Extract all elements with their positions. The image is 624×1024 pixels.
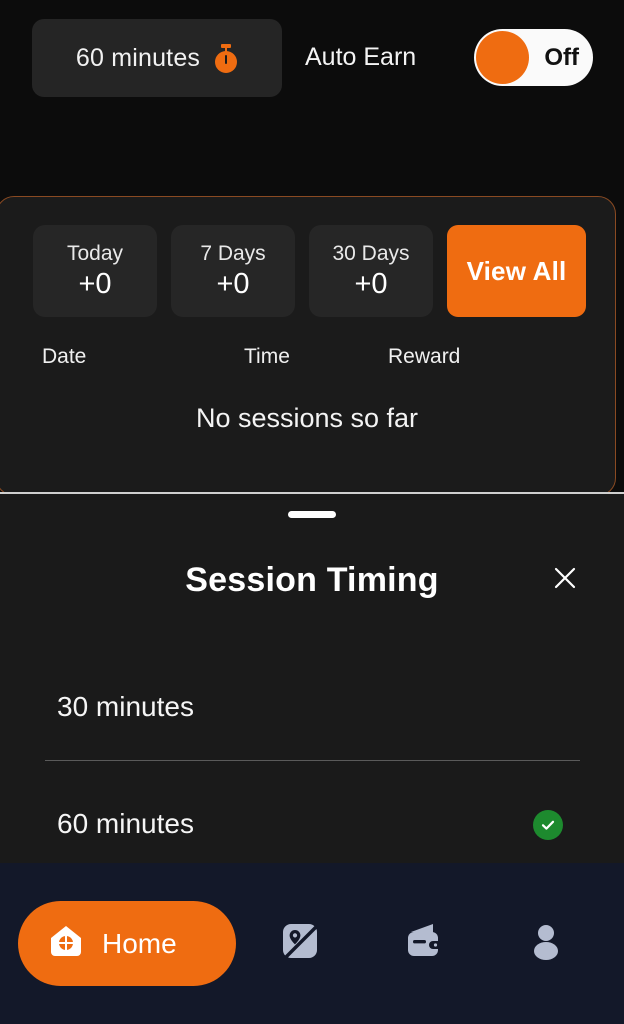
selected-check-icon — [533, 810, 563, 840]
option-60-minutes[interactable]: 60 minutes — [0, 792, 624, 856]
nav-item-home-label: Home — [102, 927, 177, 959]
column-header-time: Time — [244, 345, 290, 368]
stat-value: +0 — [354, 267, 388, 300]
sessions-table-header: Date Time Reward — [0, 345, 617, 379]
auto-earn-toggle[interactable]: Off — [474, 29, 593, 86]
map-pin-icon — [277, 918, 323, 969]
stat-card-today[interactable]: Today +0 — [33, 225, 157, 317]
options-divider — [45, 760, 580, 761]
drag-handle[interactable] — [288, 511, 336, 518]
stat-card-30-days[interactable]: 30 Days +0 — [309, 225, 433, 317]
nav-item-map[interactable] — [257, 901, 342, 986]
toggle-knob — [476, 31, 529, 84]
stat-card-7-days[interactable]: 7 Days +0 — [171, 225, 295, 317]
session-timing-label: 60 minutes — [75, 43, 201, 72]
column-header-date: Date — [42, 345, 87, 368]
app-root: 60 minutes Auto Earn Off Today +0 7 Days… — [0, 0, 624, 1024]
option-label: 60 minutes — [57, 808, 194, 839]
stat-label: 30 Days — [332, 241, 410, 265]
sessions-empty-message: No sessions so far — [195, 403, 419, 433]
stopwatch-icon — [214, 44, 238, 73]
nav-item-home[interactable]: Home — [18, 901, 236, 986]
nav-item-wallet[interactable] — [380, 901, 465, 986]
sessions-card: Today +0 7 Days +0 30 Days +0 View All D… — [0, 196, 616, 496]
profile-icon — [523, 918, 569, 969]
session-timing-sheet: Session Timing 30 minutes 60 minutes — [0, 492, 624, 864]
view-all-button[interactable]: View All — [447, 225, 586, 317]
session-timing-pill[interactable]: 60 minutes — [32, 19, 282, 97]
column-header-reward: Reward — [388, 345, 461, 368]
wallet-icon — [400, 918, 446, 969]
bottom-navigation: Home — [0, 863, 624, 1024]
stat-label: Today — [66, 241, 124, 265]
top-bar: 60 minutes Auto Earn Off — [0, 0, 624, 118]
stats-row: Today +0 7 Days +0 30 Days +0 View All — [33, 225, 586, 317]
stat-label: 7 Days — [200, 241, 266, 265]
toggle-state-label: Off — [544, 43, 579, 71]
stat-value: +0 — [78, 267, 112, 300]
sheet-title: Session Timing — [185, 561, 439, 599]
option-label: 30 minutes — [57, 691, 194, 722]
home-icon — [44, 919, 88, 968]
auto-earn-label: Auto Earn — [305, 43, 417, 71]
close-icon[interactable] — [545, 558, 585, 598]
nav-item-profile[interactable] — [503, 901, 588, 986]
option-30-minutes[interactable]: 30 minutes — [0, 675, 624, 739]
stat-value: +0 — [216, 267, 250, 300]
